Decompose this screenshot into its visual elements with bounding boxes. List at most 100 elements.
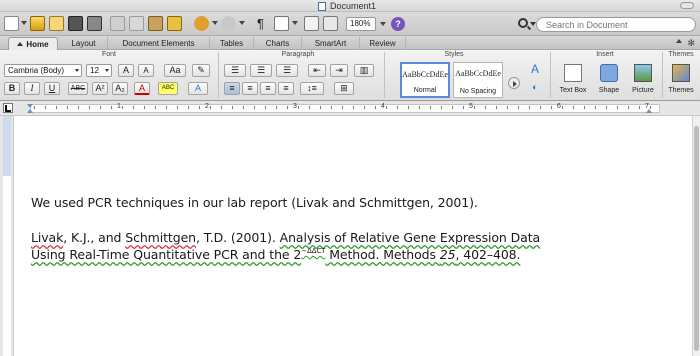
themes-button[interactable]: Themes — [664, 64, 698, 100]
ruler-tick — [650, 106, 651, 109]
font-size-select[interactable]: 12 — [86, 64, 112, 77]
redo-chevron-icon[interactable] — [239, 21, 245, 25]
picture-button[interactable]: Picture — [626, 64, 660, 100]
reference-line-2[interactable]: Using Real-Time Quantitative PCR and the… — [31, 247, 521, 262]
ribbon: Font Cambria (Body) 12 A A Aa ✎ B I U AB… — [0, 50, 700, 101]
ruler-tick — [342, 106, 343, 109]
ruler-tick — [166, 106, 167, 109]
undo-icon[interactable] — [194, 16, 209, 31]
zoom-field[interactable]: 180% — [346, 17, 376, 31]
document-page[interactable]: We used PCR techniques in our lab report… — [15, 116, 692, 356]
left-indent-marker[interactable] — [27, 109, 33, 113]
multilevel-list-button[interactable]: ☰ — [276, 64, 298, 77]
align-right-button[interactable]: ≡ — [260, 82, 276, 95]
align-center-button[interactable]: ≡ — [242, 82, 258, 95]
align-left-button[interactable]: ≡ — [224, 82, 240, 95]
ruler-tick — [485, 106, 486, 109]
decrease-indent-button[interactable]: ⇤ — [308, 64, 326, 77]
help-button[interactable]: ? — [391, 17, 405, 31]
ruler-tick — [430, 106, 431, 109]
style-normal[interactable]: AaBbCcDdEe Normal — [400, 62, 450, 98]
tab-document-elements[interactable]: Document Elements — [108, 37, 210, 50]
columns-button[interactable]: ▥ — [354, 64, 374, 77]
ruler-tick — [254, 106, 255, 109]
line-spacing-button[interactable]: ↕≡ — [300, 82, 324, 95]
text-direction-icon[interactable]: ◐ — [526, 82, 544, 95]
bold-button[interactable]: B — [4, 82, 20, 95]
save-icon[interactable] — [68, 16, 83, 31]
tab-layout[interactable]: Layout — [60, 37, 108, 50]
ruler-tick — [78, 106, 79, 109]
themes-group-label: Themes — [668, 51, 694, 58]
justify-button[interactable]: ≡ — [278, 82, 294, 95]
view-chevron-icon[interactable] — [292, 21, 298, 25]
ruler-track[interactable] — [30, 104, 660, 113]
ruler-tick — [221, 106, 222, 109]
sidebar-icon[interactable] — [304, 16, 319, 31]
format-painter-icon[interactable] — [167, 16, 182, 31]
open-icon[interactable] — [49, 16, 64, 31]
collapse-ribbon-icon[interactable] — [676, 39, 682, 43]
print-icon[interactable] — [87, 16, 102, 31]
borders-button[interactable]: ⊞ — [334, 82, 354, 95]
undo-chevron-icon[interactable] — [212, 21, 218, 25]
bullets-button[interactable]: ☰ — [224, 64, 246, 77]
tab-charts[interactable]: Charts — [254, 37, 302, 50]
themes-icon — [672, 64, 690, 82]
numbering-button[interactable]: ☰ — [250, 64, 272, 77]
shrink-font-button[interactable]: A — [138, 64, 154, 77]
tab-stop-selector-icon[interactable] — [3, 103, 13, 113]
zoom-chevron-icon[interactable] — [380, 22, 386, 26]
media-browser-icon[interactable] — [323, 16, 338, 31]
text-effects-button[interactable]: A — [188, 82, 208, 95]
gear-icon[interactable]: ✻ — [687, 38, 695, 49]
ruler-tick — [56, 106, 57, 109]
toolbar-toggle-button[interactable] — [680, 2, 694, 9]
increase-indent-button[interactable]: ⇥ — [330, 64, 348, 77]
new-document-icon[interactable] — [4, 16, 19, 31]
styles-pane-icon[interactable]: A — [526, 63, 544, 77]
tab-tables[interactable]: Tables — [210, 37, 254, 50]
subscript-button[interactable]: A₂ — [112, 82, 128, 95]
strikethrough-button[interactable]: ABC — [68, 82, 88, 95]
ruler-number: 1 — [117, 103, 121, 110]
pilcrow-icon[interactable]: ¶ — [253, 16, 268, 31]
new-menu-chevron-icon[interactable] — [21, 21, 27, 25]
font-family-select[interactable]: Cambria (Body) — [4, 64, 82, 77]
search-box[interactable] — [536, 17, 696, 32]
view-icon[interactable] — [274, 16, 289, 31]
group-divider — [662, 52, 663, 98]
ruler-tick — [375, 106, 376, 109]
first-line-indent-marker[interactable] — [27, 104, 33, 108]
tab-smartart[interactable]: SmartArt — [302, 37, 360, 50]
highlight-button[interactable]: ABC — [158, 82, 178, 95]
grow-font-button[interactable]: A — [118, 64, 134, 77]
scrollbar-thumb[interactable] — [694, 126, 699, 351]
templates-icon[interactable] — [30, 16, 45, 31]
style-no-spacing[interactable]: AaBbCcDdEe No Spacing — [453, 62, 503, 98]
paste-icon[interactable] — [148, 16, 163, 31]
italic-button[interactable]: I — [24, 82, 40, 95]
clear-formatting-button[interactable]: ✎ — [192, 64, 210, 77]
text-box-button[interactable]: Text Box — [556, 64, 590, 100]
copy-icon[interactable] — [129, 16, 144, 31]
horizontal-ruler[interactable]: 1 2 3 4 5 6 7 — [0, 101, 700, 116]
search-icon[interactable] — [518, 18, 528, 28]
redo-icon[interactable] — [221, 16, 236, 31]
window-title-text: Document1 — [330, 1, 377, 11]
superscript-button[interactable]: A² — [92, 82, 108, 95]
styles-next-icon[interactable] — [508, 77, 520, 89]
reference-line-1[interactable]: Livak, K.J., and Schmittgen, T.D. (2001)… — [31, 230, 540, 245]
search-input[interactable] — [546, 19, 686, 30]
tab-home[interactable]: Home — [8, 37, 58, 50]
underline-button[interactable]: U — [44, 82, 60, 95]
vertical-scrollbar[interactable] — [692, 116, 700, 356]
ruler-tick — [287, 106, 288, 109]
tab-review[interactable]: Review — [360, 37, 406, 50]
vertical-ruler[interactable] — [0, 116, 14, 356]
shape-button[interactable]: Shape — [592, 64, 626, 100]
body-paragraph[interactable]: We used PCR techniques in our lab report… — [31, 195, 478, 210]
font-color-button[interactable]: A — [134, 82, 150, 95]
cut-icon[interactable] — [110, 16, 125, 31]
change-case-button[interactable]: Aa — [164, 64, 186, 77]
